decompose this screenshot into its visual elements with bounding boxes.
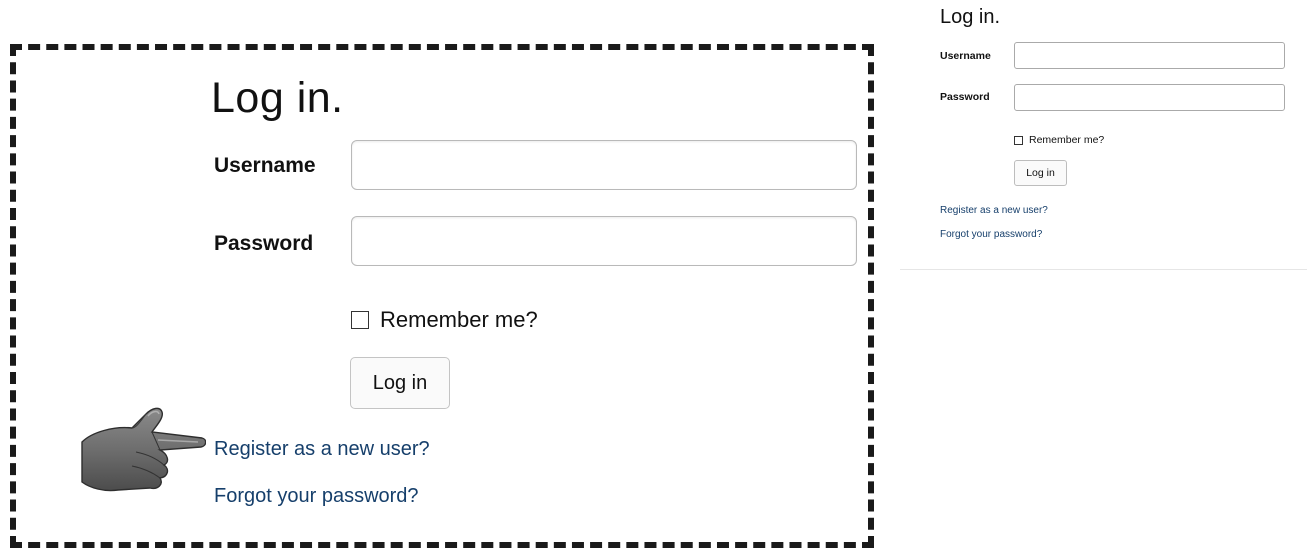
login-button[interactable]: Log in (350, 357, 450, 409)
forgot-password-link-small[interactable]: Forgot your password? (940, 229, 1042, 240)
password-label-small: Password (940, 91, 990, 103)
login-button-small[interactable]: Log in (1014, 160, 1067, 186)
username-input[interactable] (351, 140, 857, 190)
remember-me-label: Remember me? (380, 307, 538, 332)
remember-me-checkbox-small[interactable] (1014, 135, 1023, 145)
username-label: Username (214, 154, 316, 177)
username-input-small[interactable] (1014, 42, 1285, 69)
remember-me-row[interactable]: Remember me? (351, 307, 538, 333)
password-label: Password (214, 232, 314, 255)
forgot-password-link[interactable]: Forgot your password? (214, 485, 419, 508)
divider (900, 269, 1307, 270)
register-link[interactable]: Register as a new user? (214, 438, 430, 461)
remember-me-row-small[interactable]: Remember me? (1014, 134, 1104, 146)
password-input-small[interactable] (1014, 84, 1285, 111)
pointing-hand-icon (81, 407, 206, 492)
username-label-small: Username (940, 50, 991, 62)
remember-me-checkbox[interactable] (351, 311, 369, 329)
page-title-small: Log in. (940, 6, 1001, 28)
register-link-small[interactable]: Register as a new user? (940, 205, 1048, 216)
password-input[interactable] (351, 216, 857, 266)
page-title: Log in. (211, 74, 344, 122)
remember-me-label-small: Remember me? (1029, 134, 1105, 146)
